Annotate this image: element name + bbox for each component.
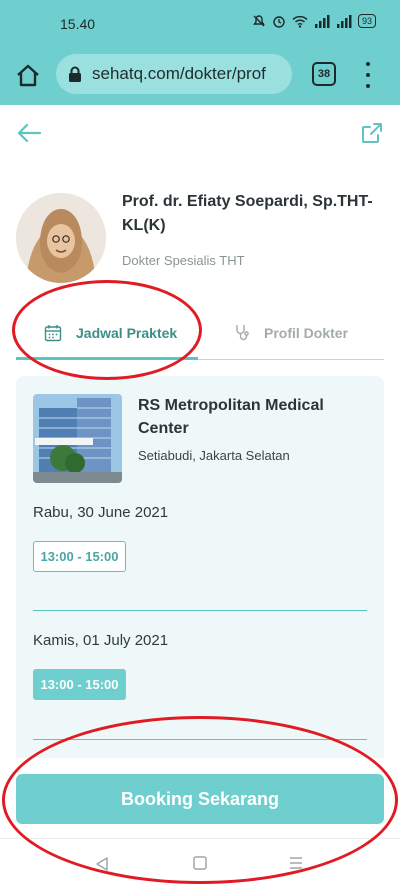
nav-back-icon[interactable] — [94, 856, 110, 872]
battery-indicator: 93 — [357, 14, 376, 28]
status-icons: 93 — [252, 14, 376, 28]
mute-icon — [253, 15, 265, 27]
signal-icon — [314, 14, 330, 28]
active-tab-indicator — [16, 357, 198, 360]
back-arrow-icon[interactable] — [16, 120, 42, 146]
wifi-icon — [292, 15, 308, 28]
status-bar: 15.40 93 — [0, 0, 400, 50]
booking-button[interactable]: Booking Sekarang — [16, 774, 384, 824]
time-slot-button[interactable]: 13:00 - 15:00 — [33, 541, 126, 572]
tab-jadwal-label: Jadwal Praktek — [76, 325, 178, 341]
status-time: 15.40 — [60, 16, 96, 32]
home-icon[interactable] — [14, 62, 42, 90]
url-text: sehatq.com/dokter/prof — [92, 64, 266, 83]
doctor-avatar — [16, 193, 106, 283]
schedule-date: Kamis, 01 July 2021 — [33, 632, 169, 649]
stethoscope-icon — [236, 325, 249, 341]
hospital-location: Setiabudi, Jakarta Selatan — [138, 448, 290, 463]
hospital-name: RS Metropolitan Medical Center — [138, 397, 324, 437]
time-slot-button-selected[interactable]: 13:00 - 15:00 — [33, 669, 126, 700]
tab-profil-label: Profil Dokter — [264, 325, 349, 341]
booking-bar: Booking Sekarang — [0, 758, 400, 838]
schedule-date: Rabu, 30 June 2021 — [33, 504, 169, 521]
share-icon[interactable] — [360, 121, 384, 145]
doctor-name: Prof. dr. Efiaty Soepardi, Sp.THT-KL(K) — [122, 193, 373, 234]
hospital-image — [33, 394, 122, 483]
calendar-icon — [44, 325, 62, 342]
signal-icon-2 — [336, 14, 352, 28]
system-nav-bar — [0, 838, 400, 888]
tab-profil-dokter[interactable]: Profil Dokter — [234, 316, 348, 350]
browser-menu-icon[interactable] — [360, 62, 376, 88]
alarm-icon — [273, 16, 285, 28]
schedule-divider — [33, 739, 367, 740]
lock-icon — [69, 66, 81, 82]
tab-jadwal-praktek[interactable]: Jadwal Praktek — [44, 316, 177, 350]
nav-home-icon[interactable] — [192, 855, 208, 871]
doctor-specialty: Dokter Spesialis THT — [122, 253, 245, 268]
tab-switcher-button[interactable]: 38 — [312, 62, 336, 86]
schedule-divider — [33, 610, 367, 611]
browser-toolbar: sehatq.com/dokter/prof 38 — [0, 50, 400, 105]
nav-recent-icon[interactable] — [288, 855, 304, 871]
address-bar[interactable]: sehatq.com/dokter/prof — [56, 54, 292, 94]
